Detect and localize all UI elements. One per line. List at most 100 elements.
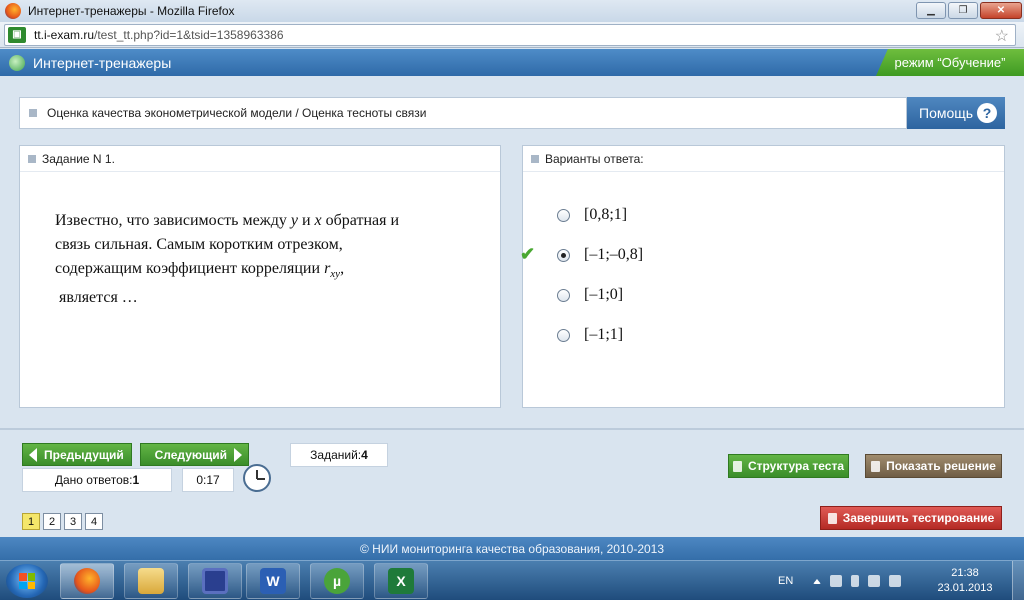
show-solution-button[interactable]: Показать решение (865, 454, 1002, 478)
arrow-left-icon (29, 447, 37, 462)
book-icon (871, 460, 881, 472)
answer-option-3[interactable]: [–1;0] (557, 286, 623, 304)
volume-icon[interactable] (889, 575, 902, 587)
start-button[interactable] (6, 564, 48, 598)
task-pagination: 1 2 3 4 (22, 513, 103, 530)
radio-button[interactable] (557, 328, 570, 342)
radio-button[interactable] (557, 208, 570, 222)
page-button-4[interactable]: 4 (85, 513, 103, 530)
firefox-icon (74, 568, 100, 594)
taskbar-save-app[interactable] (188, 563, 242, 599)
windows-taskbar: W µ X EN 21:38 23.01.2013 (0, 560, 1024, 600)
question-text-part: и (297, 212, 315, 229)
taskbar-utorrent[interactable]: µ (310, 563, 364, 599)
question-line-2: связь сильная. Самым коротким отрезком, (55, 236, 343, 253)
close-button[interactable]: ✕ (980, 2, 1022, 19)
help-button[interactable]: Помощь ? (907, 97, 1005, 129)
finish-label: Завершить тестирование (842, 511, 995, 525)
question-text-part: Известно, что зависимость между (55, 212, 291, 229)
question-text-part: обратная и (321, 212, 400, 229)
answered-count-box: Дано ответов: 1 (22, 468, 172, 492)
answered-count: 1 (132, 473, 140, 487)
tray-expand-icon[interactable] (813, 578, 822, 584)
finish-test-button[interactable]: Завершить тестирование (820, 506, 1002, 530)
question-line-4: является … (59, 289, 138, 307)
page-button-2[interactable]: 2 (43, 513, 61, 530)
variable-r-subscript: xy (330, 268, 341, 281)
tasks-count: 4 (361, 448, 368, 462)
answer-panel-header: Варианты ответа: (523, 146, 1004, 172)
system-clock[interactable]: 21:38 23.01.2013 (935, 566, 995, 596)
question-text-part: содержащим коэффициент корреляции (55, 260, 325, 277)
window-titlebar: Интернет-тренажеры - Mozilla Firefox ▁ ❐… (0, 0, 1024, 22)
copyright-footer: © НИИ мониторинга качества образования, … (0, 537, 1024, 560)
mode-badge: режим “Обучение” (876, 49, 1024, 76)
structure-icon (732, 460, 742, 472)
app-logo-icon (9, 54, 25, 71)
floppy-disk-icon (202, 568, 228, 594)
app-title: Интернет-тренажеры (33, 54, 172, 71)
network-signal-icon[interactable] (868, 575, 881, 587)
exit-icon (827, 512, 837, 524)
answer-option-label: [–1;1] (584, 326, 624, 343)
utorrent-icon: µ (324, 568, 350, 594)
windows-logo-icon (19, 573, 35, 589)
action-center-icon[interactable] (830, 575, 843, 587)
taskbar-firefox[interactable] (60, 563, 114, 599)
firefox-icon (5, 3, 21, 19)
minimize-button[interactable]: ▁ (916, 2, 946, 19)
answer-option-2[interactable]: ✔ [–1;–0,8] (520, 244, 644, 264)
page-button-3[interactable]: 3 (64, 513, 82, 530)
page-button-1[interactable]: 1 (22, 513, 40, 530)
next-label: Следующий (154, 447, 227, 462)
question-text-part: , (340, 260, 345, 277)
url-path: /test_tt.php?id=1&tsid=1358963386 (94, 28, 284, 42)
bullet-square-icon (28, 154, 36, 163)
topic-breadcrumb: Оценка качества эконометрической модели … (19, 97, 907, 129)
taskbar-word[interactable]: W (246, 563, 300, 599)
tasks-count-box: Заданий: 4 (290, 443, 388, 467)
clock-time: 21:38 (951, 567, 979, 579)
battery-icon[interactable] (851, 575, 860, 587)
url-domain: tt.i-exam.ru (34, 28, 95, 42)
show-desktop-button[interactable] (1012, 561, 1024, 600)
test-structure-button[interactable]: Структура теста (728, 454, 849, 478)
language-indicator[interactable]: EN (778, 575, 793, 587)
answer-option-label: [–1;0] (584, 286, 624, 303)
system-tray: EN (778, 561, 902, 600)
folder-icon (138, 568, 164, 594)
answer-panel: Варианты ответа: [0,8;1] ✔ [–1;–0,8] [–1… (520, 145, 1005, 408)
answers-header: Варианты ответа: (545, 151, 644, 166)
site-favicon-icon: ▣ (8, 27, 26, 43)
answered-label: Дано ответов: (54, 473, 133, 487)
answer-option-4[interactable]: [–1;1] (557, 326, 623, 344)
bookmark-star-icon[interactable]: ☆ (995, 26, 1009, 46)
radio-button-selected[interactable] (557, 248, 570, 262)
task-number: Задание N 1. (42, 151, 115, 166)
variable-x: x (314, 212, 322, 229)
maximize-button[interactable]: ❐ (948, 2, 978, 19)
word-icon: W (260, 568, 286, 594)
timer: 0:17 (182, 468, 234, 492)
help-label: Помощь (919, 105, 974, 121)
previous-label: Предыдущий (44, 447, 124, 462)
window-title: Интернет-тренажеры - Mozilla Firefox (28, 4, 235, 18)
excel-icon: X (388, 568, 414, 594)
taskbar-explorer[interactable] (124, 563, 178, 599)
structure-label: Структура теста (747, 459, 845, 473)
clock-date: 23.01.2013 (937, 582, 993, 594)
address-bar[interactable]: ▣ tt.i-exam.ru/test_tt.php?id=1&tsid=135… (4, 24, 1016, 46)
arrow-right-icon (234, 447, 242, 462)
question-line-3: содержащим коэффициент корреляции rxy, (55, 257, 465, 286)
radio-button[interactable] (557, 288, 570, 302)
breadcrumb-text: Оценка качества эконометрической модели … (47, 106, 427, 120)
answer-option-1[interactable]: [0,8;1] (557, 206, 627, 224)
url-text: tt.i-exam.ru/test_tt.php?id=1&tsid=13589… (34, 28, 284, 42)
previous-button[interactable]: Предыдущий (22, 443, 132, 466)
answer-option-label: [–1;–0,8] (584, 246, 644, 263)
taskbar-excel[interactable]: X (374, 563, 428, 599)
answer-option-label: [0,8;1] (584, 206, 628, 223)
variable-y: y (290, 212, 298, 229)
tasks-label: Заданий: (310, 448, 362, 462)
next-button[interactable]: Следующий (140, 443, 249, 466)
